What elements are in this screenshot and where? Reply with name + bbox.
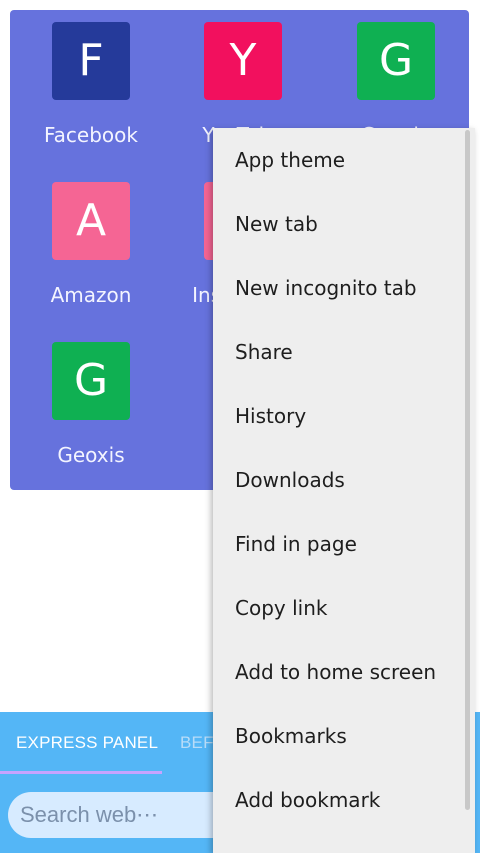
menu-item-add-to-home-screen[interactable]: Add to home screen <box>235 652 436 692</box>
menu-item-bookmarks[interactable]: Bookmarks <box>235 716 347 756</box>
overflow-menu: App theme New tab New incognito tab Shar… <box>213 128 475 853</box>
tile-letter-icon: G <box>52 342 130 420</box>
tile-letter-icon: G <box>357 22 435 100</box>
tab-express-panel[interactable]: EXPRESS PANEL <box>16 712 158 774</box>
menu-item-app-theme[interactable]: App theme <box>235 140 345 180</box>
tile-letter-icon: F <box>52 22 130 100</box>
speed-dial-tile-amazon[interactable]: A Amazon <box>16 182 166 308</box>
menu-item-add-bookmark[interactable]: Add bookmark <box>235 780 380 820</box>
speed-dial-tile-geoxis[interactable]: G Geoxis <box>16 342 166 468</box>
active-tab-indicator <box>0 771 162 774</box>
tile-label: Geoxis <box>57 443 125 467</box>
tile-letter-icon: Y <box>204 22 282 100</box>
menu-scrollbar[interactable] <box>465 130 470 810</box>
menu-item-history[interactable]: History <box>235 396 306 436</box>
menu-item-new-incognito-tab[interactable]: New incognito tab <box>235 268 417 308</box>
tile-label: Facebook <box>44 123 138 147</box>
menu-item-share[interactable]: Share <box>235 332 293 372</box>
speed-dial-tile-facebook[interactable]: F Facebook <box>16 22 166 148</box>
tab-bookmarks[interactable]: BEF <box>180 712 214 774</box>
tile-letter-icon: A <box>52 182 130 260</box>
menu-item-new-tab[interactable]: New tab <box>235 204 318 244</box>
menu-item-downloads[interactable]: Downloads <box>235 460 345 500</box>
menu-item-copy-link[interactable]: Copy link <box>235 588 327 628</box>
search-input[interactable]: Search web⋯ <box>8 792 238 838</box>
menu-item-find-in-page[interactable]: Find in page <box>235 524 357 564</box>
tile-label: Amazon <box>50 283 132 307</box>
